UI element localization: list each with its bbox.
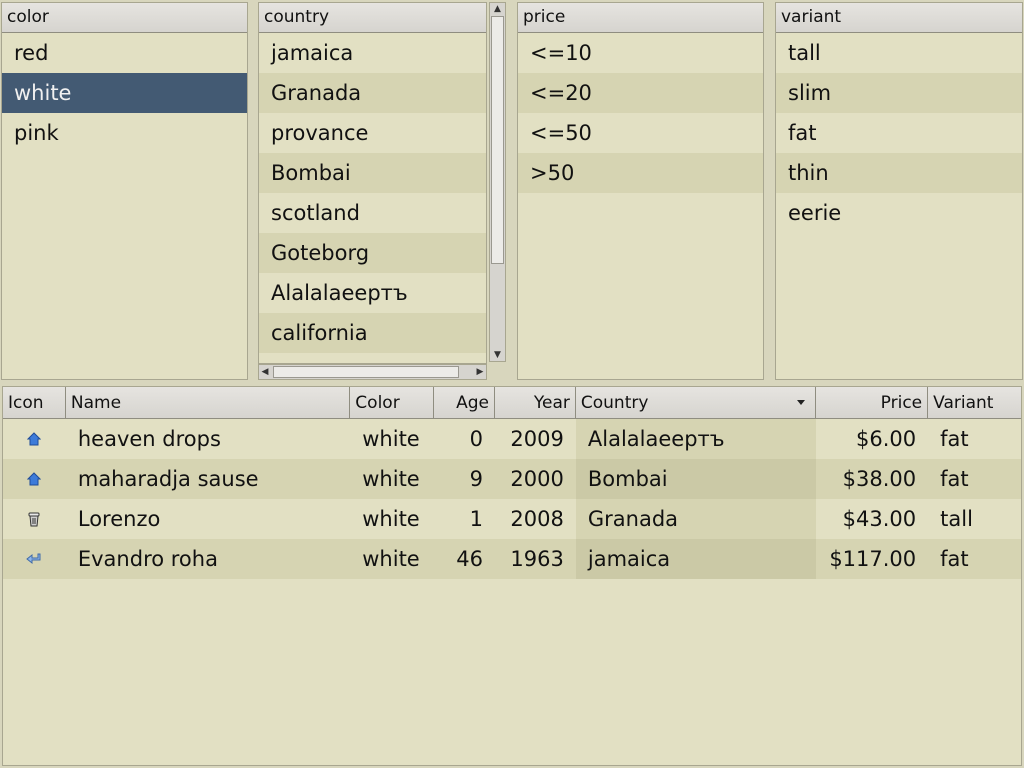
price-item[interactable]: <=50	[518, 113, 763, 153]
country-item[interactable]: Goteborg	[259, 233, 486, 273]
cell-age: 0	[469, 427, 484, 451]
column-header-country[interactable]: Country	[576, 387, 817, 418]
cell-year: 2000	[510, 467, 564, 491]
cell-variant: fat	[940, 427, 969, 451]
country-item[interactable]: Alalalaeертъ	[259, 273, 486, 313]
price-filter-pane[interactable]: price <=10 <=20 <=50 >50	[517, 2, 764, 380]
return-arrow-icon	[3, 539, 66, 579]
price-list[interactable]: <=10 <=20 <=50 >50	[518, 33, 763, 193]
cell-year: 2008	[510, 507, 564, 531]
table-row[interactable]: Lorenzo white 1 2008 Granada $43.00 tall	[3, 499, 1021, 539]
results-table: Icon Name Color Age Year Country Price V…	[2, 386, 1022, 766]
cell-country: Alalalaeертъ	[575, 419, 817, 459]
cell-age: 46	[456, 547, 484, 571]
column-header-year[interactable]: Year	[495, 387, 576, 418]
cell-age: 9	[469, 467, 484, 491]
country-item[interactable]: Granada	[259, 73, 486, 113]
scroll-up-arrow-icon[interactable]: ▲	[490, 3, 505, 15]
variant-item[interactable]: eerie	[776, 193, 1022, 233]
house-icon	[3, 419, 66, 459]
cell-year: 2009	[510, 427, 564, 451]
cell-name: Lorenzo	[77, 507, 161, 531]
country-vertical-scrollbar[interactable]: ▲ ▼	[489, 2, 506, 362]
country-list[interactable]: jamaica Granada provance Bombai scotland…	[259, 33, 486, 353]
color-list[interactable]: red white pink	[2, 33, 247, 153]
table-row[interactable]: Evandro roha white 46 1963 jamaica $117.…	[3, 539, 1021, 579]
color-filter-pane[interactable]: color red white pink	[1, 2, 248, 380]
cell-country: Granada	[575, 499, 817, 539]
color-pane-header[interactable]: color	[2, 3, 247, 33]
trash-can-icon	[3, 499, 66, 539]
horizontal-scroll-thumb[interactable]	[273, 366, 459, 378]
country-filter-pane[interactable]: country jamaica Granada provance Bombai …	[258, 2, 487, 364]
variant-item[interactable]: slim	[776, 73, 1022, 113]
house-icon	[3, 459, 66, 499]
cell-country: Bombai	[575, 459, 817, 499]
table-header: Icon Name Color Age Year Country Price V…	[3, 387, 1021, 419]
cell-color: white	[362, 547, 420, 571]
cell-age: 1	[469, 507, 484, 531]
cell-variant: fat	[940, 467, 969, 491]
column-header-color[interactable]: Color	[350, 387, 435, 418]
cell-price: $38.00	[842, 467, 917, 491]
cell-name: Evandro roha	[77, 547, 218, 571]
cell-name: heaven drops	[77, 427, 221, 451]
column-header-country-label: Country	[580, 393, 649, 413]
sort-descending-icon	[797, 400, 806, 405]
price-item[interactable]: >50	[518, 153, 763, 193]
cell-price: $6.00	[856, 427, 917, 451]
cell-variant: fat	[940, 547, 969, 571]
variant-item[interactable]: fat	[776, 113, 1022, 153]
cell-year: 1963	[510, 547, 564, 571]
price-item[interactable]: <=20	[518, 73, 763, 113]
column-header-variant[interactable]: Variant	[928, 387, 1021, 418]
variant-item[interactable]: thin	[776, 153, 1022, 193]
country-item[interactable]: jamaica	[259, 33, 486, 73]
country-item[interactable]: provance	[259, 113, 486, 153]
cell-color: white	[362, 427, 420, 451]
scroll-down-arrow-icon[interactable]: ▼	[490, 349, 505, 361]
column-header-icon[interactable]: Icon	[3, 387, 66, 418]
price-item[interactable]: <=10	[518, 33, 763, 73]
cell-country: jamaica	[575, 539, 817, 579]
variant-pane-header[interactable]: variant	[776, 3, 1022, 33]
country-pane-header[interactable]: country	[259, 3, 486, 33]
price-pane-header[interactable]: price	[518, 3, 763, 33]
column-header-price[interactable]: Price	[816, 387, 929, 418]
country-item[interactable]: california	[259, 313, 486, 353]
color-item-red[interactable]: red	[2, 33, 247, 73]
country-item[interactable]: Bombai	[259, 153, 486, 193]
cell-color: white	[362, 507, 420, 531]
country-horizontal-scrollbar[interactable]: ◀ ▶	[258, 364, 487, 380]
cell-price: $43.00	[842, 507, 917, 531]
cell-name: maharadja sause	[77, 467, 259, 491]
scroll-right-arrow-icon[interactable]: ▶	[474, 365, 486, 379]
color-item-pink[interactable]: pink	[2, 113, 247, 153]
column-header-age[interactable]: Age	[434, 387, 496, 418]
variant-filter-pane[interactable]: variant tall slim fat thin eerie	[775, 2, 1023, 380]
variant-list[interactable]: tall slim fat thin eerie	[776, 33, 1022, 233]
cell-price: $117.00	[829, 547, 917, 571]
country-item[interactable]: scotland	[259, 193, 486, 233]
variant-item[interactable]: tall	[776, 33, 1022, 73]
scroll-left-arrow-icon[interactable]: ◀	[259, 365, 271, 379]
table-row[interactable]: maharadja sause white 9 2000 Bombai $38.…	[3, 459, 1021, 499]
color-item-white[interactable]: white	[2, 73, 247, 113]
table-row[interactable]: heaven drops white 0 2009 Alalalaeертъ $…	[3, 419, 1021, 459]
vertical-scroll-thumb[interactable]	[491, 16, 504, 264]
column-header-name[interactable]: Name	[66, 387, 351, 418]
cell-color: white	[362, 467, 420, 491]
cell-variant: tall	[940, 507, 973, 531]
